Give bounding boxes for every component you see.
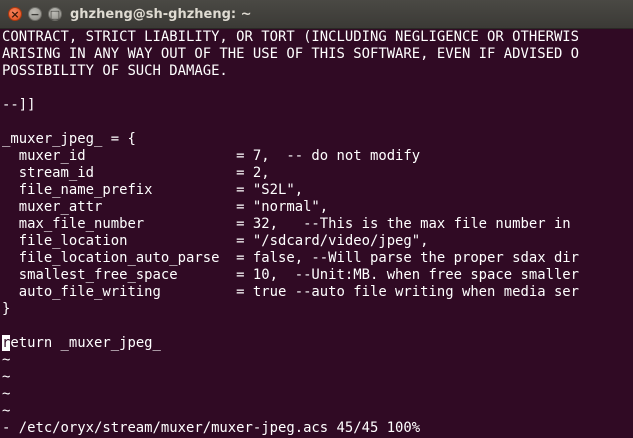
text-line: max_file_number = 32, --This is the max … bbox=[2, 216, 571, 232]
text-line: ARISING IN ANY WAY OUT OF THE USE OF THI… bbox=[2, 46, 580, 62]
text-line: muxer_id = 7, -- do not modify bbox=[2, 148, 421, 164]
text-line: muxer_attr = "normal", bbox=[2, 199, 329, 215]
text-line bbox=[2, 80, 631, 97]
empty-line-marker: ~ bbox=[2, 403, 11, 419]
title-bar[interactable]: × − □ ghzheng@sh-ghzheng: ~ bbox=[0, 0, 633, 29]
minimize-icon[interactable]: − bbox=[28, 7, 42, 21]
text-line bbox=[2, 318, 631, 335]
close-icon[interactable]: × bbox=[8, 7, 22, 21]
terminal-window: × − □ ghzheng@sh-ghzheng: ~ CONTRACT, ST… bbox=[0, 0, 633, 438]
text-line: smallest_free_space = 10, --Unit:MB. whe… bbox=[2, 267, 580, 283]
text-line: CONTRACT, STRICT LIABILITY, OR TORT (INC… bbox=[2, 29, 580, 45]
text-line: _muxer_jpeg_ = { bbox=[2, 131, 136, 147]
status-line: - /etc/oryx/stream/muxer/muxer-jpeg.acs … bbox=[2, 420, 421, 436]
text-line bbox=[2, 114, 631, 131]
text-line: auto_file_writing = true --auto file wri… bbox=[2, 284, 580, 300]
maximize-icon[interactable]: □ bbox=[48, 7, 62, 21]
window-title: ghzheng@sh-ghzheng: ~ bbox=[70, 7, 252, 22]
text-line: file_location = "/sdcard/video/jpeg", bbox=[2, 233, 429, 249]
text-line: } bbox=[2, 301, 11, 317]
text-line: file_location_auto_parse = false, --Will… bbox=[2, 250, 580, 266]
text-line: stream_id = 2, bbox=[2, 165, 270, 181]
text-line: POSSIBILITY OF SUCH DAMAGE. bbox=[2, 63, 228, 79]
cursor-line-text: eturn _muxer_jpeg_ bbox=[10, 335, 161, 351]
empty-line-marker: ~ bbox=[2, 386, 11, 402]
cursor-line: return _muxer_jpeg_ bbox=[2, 335, 631, 352]
text-line: --]] bbox=[2, 97, 36, 113]
text-line: file_name_prefix = "S2L", bbox=[2, 182, 304, 198]
empty-line-marker: ~ bbox=[2, 369, 11, 385]
empty-line-marker: ~ bbox=[2, 352, 11, 368]
terminal-content[interactable]: CONTRACT, STRICT LIABILITY, OR TORT (INC… bbox=[2, 29, 631, 438]
